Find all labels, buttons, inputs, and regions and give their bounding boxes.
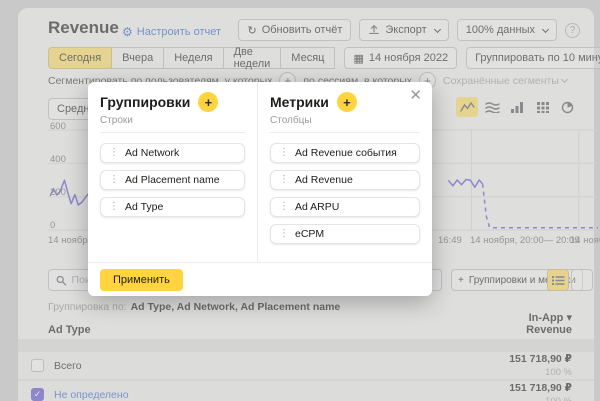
groupings-column: Группировки + Строки ⋮ Ad Network ⋮ Ad P…: [88, 82, 258, 262]
apply-button[interactable]: Применить: [100, 269, 183, 291]
metrics-column: Метрики + Столбцы ⋮ Ad Revenue события ⋮…: [258, 82, 432, 262]
grouping-item[interactable]: ⋮ Ad Type: [100, 197, 245, 217]
drag-handle-icon[interactable]: ⋮: [109, 202, 119, 212]
metrics-title: Метрики: [270, 94, 329, 110]
drag-handle-icon[interactable]: ⋮: [279, 229, 289, 239]
add-metric-button[interactable]: +: [337, 92, 357, 112]
grouping-item[interactable]: ⋮ Ad Placement name: [100, 170, 245, 190]
metric-item[interactable]: ⋮ Ad Revenue: [270, 170, 420, 190]
groupings-subtitle: Строки: [100, 115, 245, 126]
drag-handle-icon[interactable]: ⋮: [109, 148, 119, 158]
drag-handle-icon[interactable]: ⋮: [109, 175, 119, 185]
groupings-title: Группировки: [100, 94, 190, 110]
add-grouping-button[interactable]: +: [198, 92, 218, 112]
drag-handle-icon[interactable]: ⋮: [279, 148, 289, 158]
metrics-subtitle: Столбцы: [270, 115, 420, 126]
drag-handle-icon[interactable]: ⋮: [279, 202, 289, 212]
drag-handle-icon[interactable]: ⋮: [279, 175, 289, 185]
metric-item[interactable]: ⋮ Ad Revenue события: [270, 143, 420, 163]
groupings-metrics-modal: ✕ Группировки + Строки ⋮ Ad Network ⋮ Ad…: [88, 82, 432, 296]
grouping-item[interactable]: ⋮ Ad Network: [100, 143, 245, 163]
metric-item[interactable]: ⋮ Ad ARPU: [270, 197, 420, 217]
metric-item[interactable]: ⋮ eCPM: [270, 224, 420, 244]
modal-footer: Применить: [88, 262, 432, 296]
